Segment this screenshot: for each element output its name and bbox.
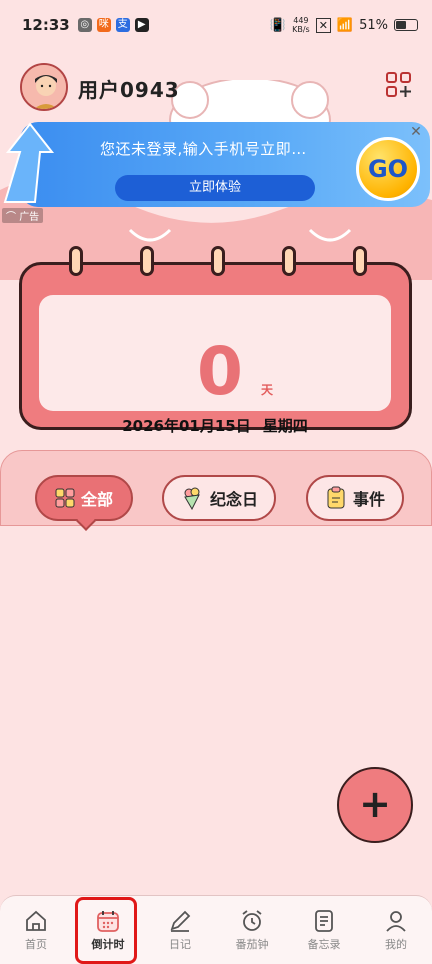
calendar-ring bbox=[282, 246, 296, 276]
app-notification-icon: 咪 bbox=[96, 18, 111, 32]
network-speed: 449 KB/s bbox=[292, 16, 310, 34]
active-tab-highlight bbox=[75, 897, 137, 964]
nav-label: 日记 bbox=[169, 938, 191, 951]
app-header: 用户0943 bbox=[0, 60, 432, 116]
app-notification-icon: 支 bbox=[115, 18, 130, 32]
category-label: 事件 bbox=[352, 490, 385, 509]
calendar-ring bbox=[211, 246, 225, 276]
pencil-icon bbox=[170, 910, 191, 932]
status-bar: 12:33 ◎ 咪 支 ▶ 📳 449 KB/s ✕ 📶 51% bbox=[0, 0, 432, 50]
home-icon bbox=[26, 910, 46, 931]
sim-icon: ✕ bbox=[315, 17, 331, 33]
category-label: 全部 bbox=[80, 490, 113, 509]
nav-item-diary[interactable]: 日记 bbox=[144, 896, 216, 964]
close-icon[interactable]: ✕ bbox=[406, 122, 426, 142]
ad-go-button[interactable]: GO bbox=[356, 137, 420, 201]
notepad-icon bbox=[327, 486, 345, 509]
alarm-clock-icon bbox=[242, 910, 262, 931]
avatar-illustration bbox=[22, 65, 66, 109]
days-count: 0 bbox=[197, 333, 243, 410]
calendar-ring bbox=[140, 246, 154, 276]
add-button[interactable]: + bbox=[337, 767, 413, 843]
nav-item-home[interactable]: 首页 bbox=[0, 896, 72, 964]
avatar[interactable] bbox=[20, 63, 68, 111]
days-unit: 天 bbox=[261, 383, 274, 397]
profile-icon bbox=[386, 911, 406, 932]
ad-try-button[interactable]: 立即体验 bbox=[115, 175, 315, 201]
nav-label: 备忘录 bbox=[307, 938, 341, 951]
category-chip-event[interactable]: 事件 bbox=[306, 475, 404, 521]
countdown-calendar-card[interactable]: 0 天 2026年01月15日 星期四 bbox=[19, 246, 412, 435]
nav-label: 番茄钟 bbox=[235, 938, 269, 951]
calendar-ring bbox=[353, 246, 367, 276]
nav-label: 我的 bbox=[385, 938, 407, 951]
calendar-ring bbox=[69, 246, 83, 276]
arrow-up-icon bbox=[3, 122, 55, 203]
nav-item-pomodoro[interactable]: 番茄钟 bbox=[216, 896, 288, 964]
ad-banner[interactable]: 您还未登录,输入手机号立即… 立即体验 GO ✕ bbox=[0, 122, 432, 208]
ad-tag: ⌒ 广告 bbox=[2, 208, 44, 223]
nav-item-memo[interactable]: 备忘录 bbox=[288, 896, 360, 964]
vibrate-icon: 📳 bbox=[269, 17, 287, 33]
battery-percent: 51% bbox=[359, 17, 388, 33]
battery-icon bbox=[394, 19, 418, 31]
current-date: 2026年01月15日 星期四 bbox=[122, 417, 308, 435]
grid-icon bbox=[55, 488, 75, 508]
username[interactable]: 用户0943 bbox=[78, 74, 180, 103]
nav-label: 首页 bbox=[25, 938, 47, 951]
bottom-nav: 首页 倒计时 日记 番茄钟 备忘录 我的 bbox=[0, 895, 432, 964]
ad-title: 您还未登录,输入手机号立即… bbox=[100, 140, 307, 158]
app-notification-icon: ▶ bbox=[134, 18, 149, 32]
category-chip-all[interactable]: 全部 bbox=[35, 475, 133, 521]
bouquet-icon bbox=[184, 487, 200, 510]
category-panel: 全部 纪念日 事件 bbox=[0, 450, 432, 526]
apps-add-icon[interactable] bbox=[386, 72, 412, 98]
app-notification-icon: ◎ bbox=[77, 18, 92, 32]
status-time: 12:33 bbox=[22, 16, 70, 34]
wifi-icon: 📶 bbox=[336, 17, 354, 33]
calendar-page: 0 天 2026年01月15日 星期四 bbox=[39, 295, 391, 435]
category-label: 纪念日 bbox=[209, 490, 258, 509]
category-chip-anniversary[interactable]: 纪念日 bbox=[162, 475, 276, 521]
memo-icon bbox=[315, 910, 333, 932]
nav-item-profile[interactable]: 我的 bbox=[360, 896, 432, 964]
